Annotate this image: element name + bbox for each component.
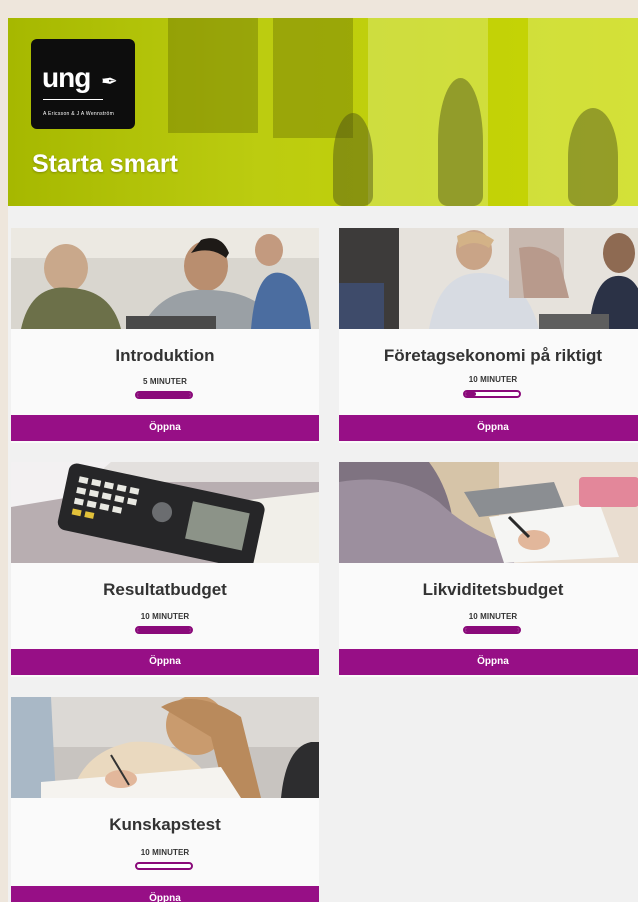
card-image bbox=[339, 462, 638, 563]
hero-banner: ung ✒ A Ericsson & J A Wennström Starta … bbox=[8, 18, 638, 206]
course-card: Företagsekonomi på riktigt 10 MINUTER Öp… bbox=[339, 228, 638, 443]
card-image bbox=[11, 697, 319, 798]
bookshelf-decoration bbox=[168, 18, 258, 133]
progress-bar bbox=[135, 862, 193, 870]
progress-fill bbox=[137, 393, 191, 397]
progress-bar bbox=[135, 391, 193, 399]
course-card: Kunskapstest 10 MINUTER Öppna bbox=[11, 697, 319, 902]
logo-tagline: A Ericsson & J A Wennström bbox=[43, 111, 115, 117]
open-button[interactable]: Öppna bbox=[339, 415, 638, 441]
card-title: Företagsekonomi på riktigt bbox=[383, 346, 603, 365]
course-card: Likviditetsbudget 10 MINUTER Öppna bbox=[339, 462, 638, 677]
open-button[interactable]: Öppna bbox=[11, 886, 319, 902]
progress-bar bbox=[135, 626, 193, 634]
duration-label: 10 MINUTER bbox=[140, 612, 190, 621]
progress-fill bbox=[465, 392, 476, 396]
card-title: Kunskapstest bbox=[109, 815, 221, 834]
duration-label: 10 MINUTER bbox=[468, 612, 518, 621]
ung-logo: ung ✒ A Ericsson & J A Wennström bbox=[31, 39, 135, 129]
card-title: Likviditetsbudget bbox=[422, 580, 564, 599]
progress-fill bbox=[465, 628, 519, 632]
person-silhouette bbox=[333, 113, 373, 206]
open-button[interactable]: Öppna bbox=[11, 415, 319, 441]
course-page: ung ✒ A Ericsson & J A Wennström Starta … bbox=[8, 18, 638, 902]
person-silhouette bbox=[568, 108, 618, 206]
card-title: Introduktion bbox=[115, 346, 215, 365]
open-button[interactable]: Öppna bbox=[11, 649, 319, 675]
card-image bbox=[11, 228, 319, 329]
pen-nib-icon: ✒ bbox=[101, 71, 118, 93]
duration-label: 10 MINUTER bbox=[140, 848, 190, 857]
duration-label: 5 MINUTER bbox=[142, 377, 187, 386]
card-image bbox=[339, 228, 638, 329]
logo-wordmark: ung bbox=[42, 62, 91, 93]
progress-bar bbox=[463, 390, 521, 398]
card-title: Resultatbudget bbox=[103, 580, 227, 599]
duration-label: 10 MINUTER bbox=[468, 375, 518, 384]
card-image bbox=[11, 462, 319, 563]
progress-fill bbox=[137, 628, 191, 632]
person-silhouette bbox=[438, 78, 483, 206]
progress-bar bbox=[463, 626, 521, 634]
course-card: Introduktion 5 MINUTER Öppna bbox=[11, 228, 319, 443]
course-card: Resultatbudget 10 MINUTER Öppna bbox=[11, 462, 319, 677]
open-button[interactable]: Öppna bbox=[339, 649, 638, 675]
page-title: Starta smart bbox=[32, 150, 178, 178]
